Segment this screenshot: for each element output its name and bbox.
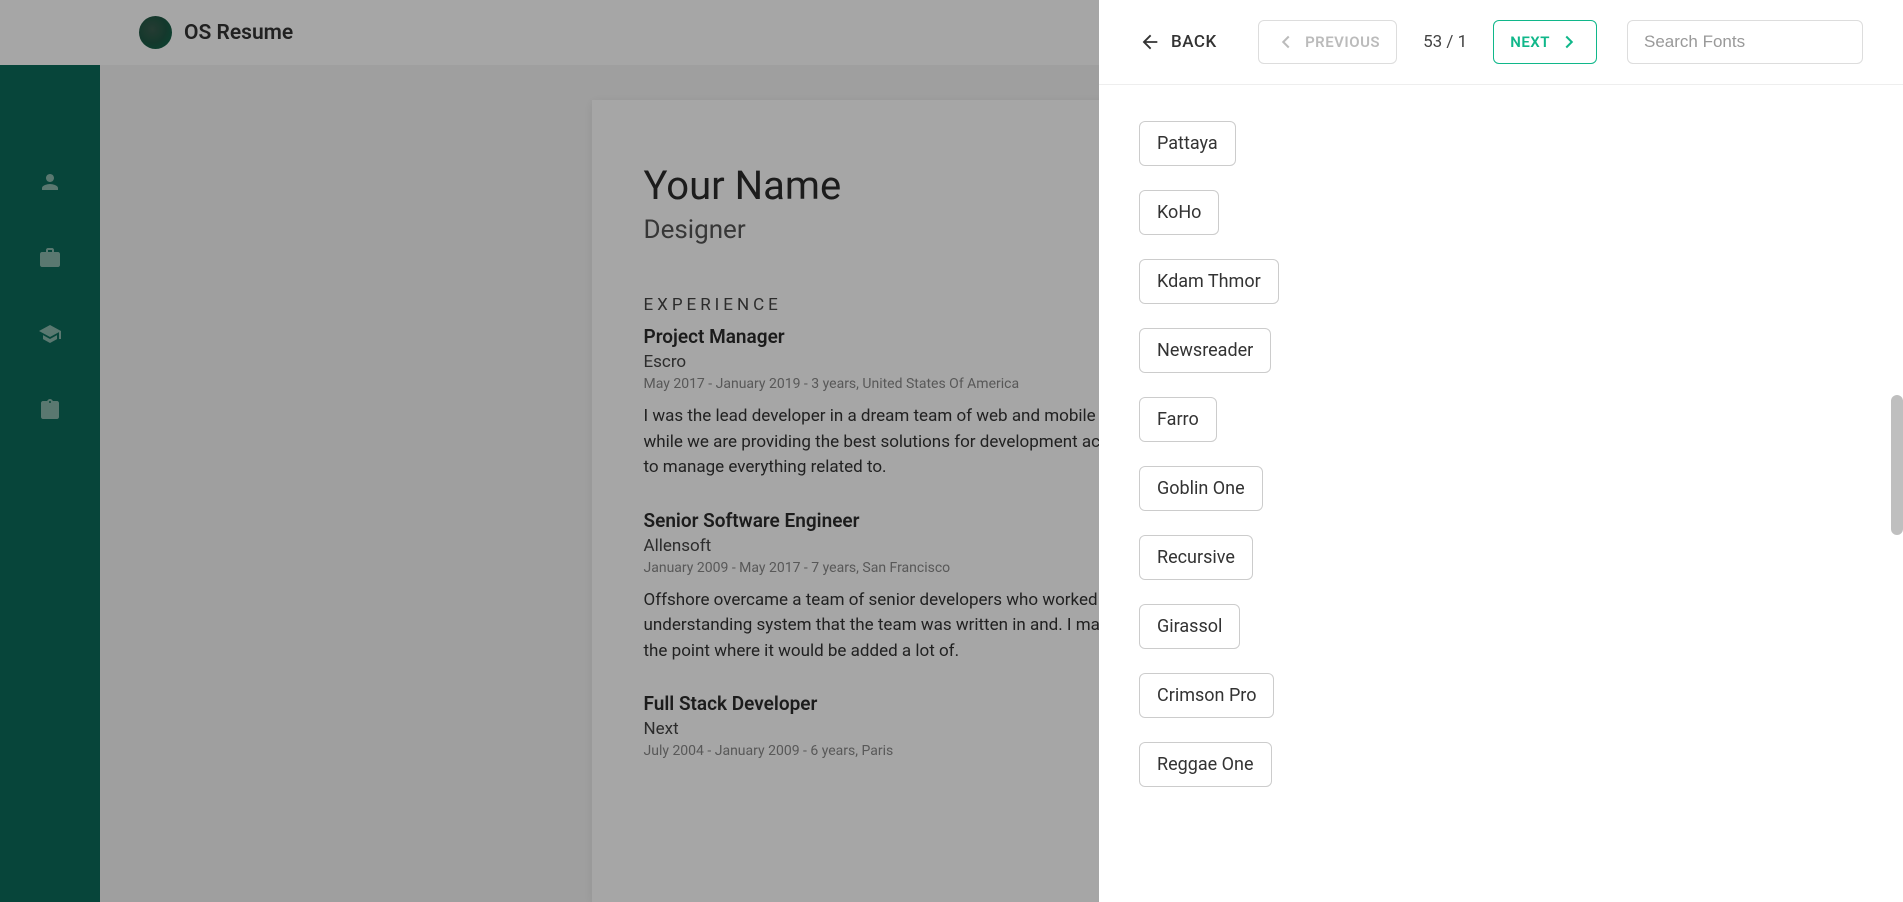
font-option[interactable]: Pattaya [1139, 121, 1236, 166]
panel-header: BACK PREVIOUS 53 / 1 NEXT [1099, 0, 1903, 85]
back-button[interactable]: BACK [1139, 31, 1217, 53]
page-indicator: 53 / 1 [1413, 32, 1477, 52]
font-option[interactable]: Goblin One [1139, 466, 1263, 511]
back-label: BACK [1171, 32, 1217, 52]
next-button[interactable]: NEXT [1493, 20, 1597, 64]
font-option[interactable]: Newsreader [1139, 328, 1271, 373]
font-panel: BACK PREVIOUS 53 / 1 NEXT Pattaya KoHo Kda… [1099, 0, 1903, 902]
panel-body: Pattaya KoHo Kdam Thmor Newsreader Farro Gobl… [1099, 85, 1903, 902]
arrow-back-icon [1139, 31, 1161, 53]
scrollbar-thumb[interactable] [1891, 395, 1903, 535]
font-option[interactable]: Crimson Pro [1139, 673, 1274, 718]
font-option[interactable]: Girassol [1139, 604, 1240, 649]
font-option[interactable]: Farro [1139, 397, 1217, 442]
next-label: NEXT [1510, 33, 1550, 51]
font-option[interactable]: KoHo [1139, 190, 1219, 235]
font-option[interactable]: Recursive [1139, 535, 1253, 580]
chevron-right-icon [1558, 31, 1580, 53]
font-option[interactable]: Reggae One [1139, 742, 1272, 787]
previous-button: PREVIOUS [1258, 20, 1397, 64]
font-option[interactable]: Kdam Thmor [1139, 259, 1279, 304]
chevron-left-icon [1275, 31, 1297, 53]
previous-label: PREVIOUS [1305, 33, 1380, 51]
search-input[interactable] [1627, 20, 1863, 64]
